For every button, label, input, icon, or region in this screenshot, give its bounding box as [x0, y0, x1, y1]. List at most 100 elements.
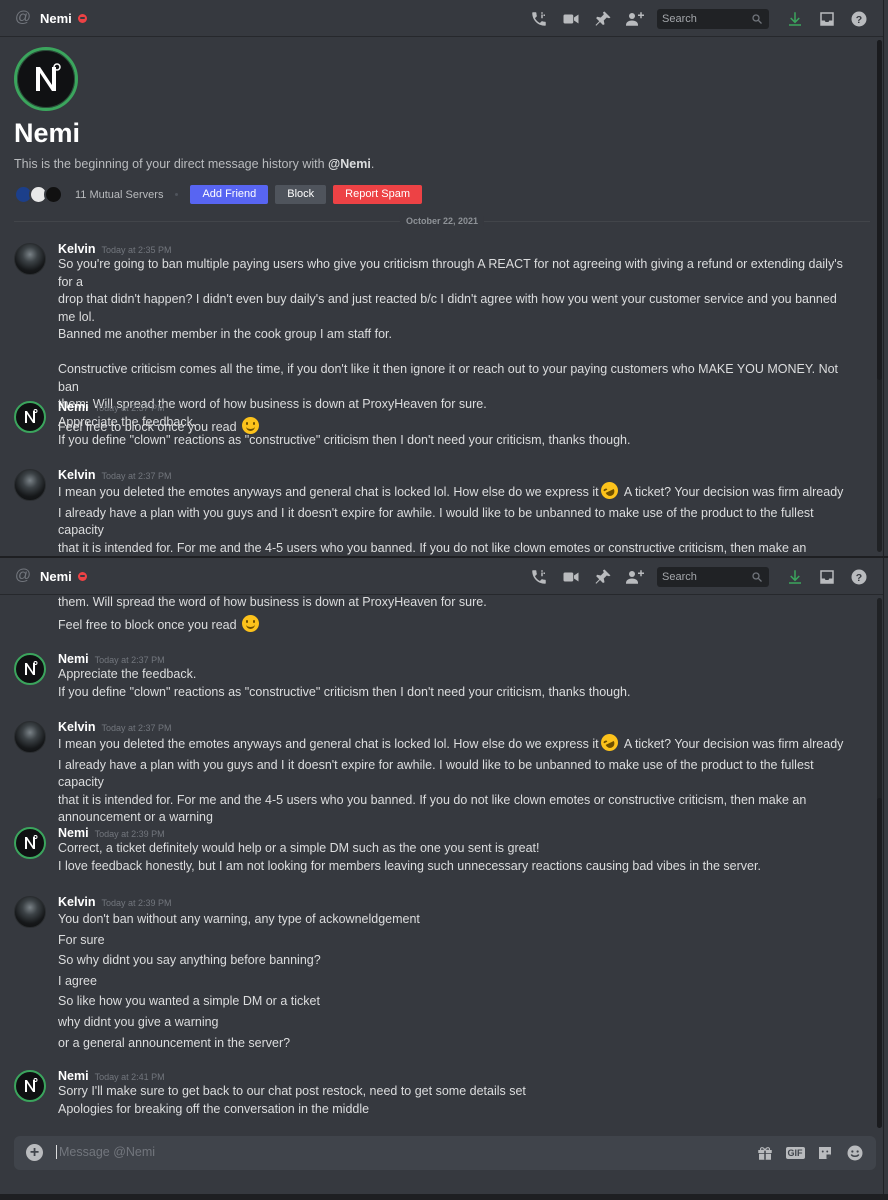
channel-name: Nemi [40, 568, 72, 584]
message-composer: + Message @Nemi GIF [14, 1136, 876, 1170]
message-content: Sorry I'll make sure to get back to our … [58, 1083, 848, 1118]
avatar[interactable] [14, 827, 46, 859]
message-line: Banned me another member in the cook gro… [58, 327, 392, 341]
message-line: If you define "clown" reactions as "cons… [58, 684, 631, 699]
message-author[interactable]: Kelvin [58, 468, 96, 482]
message-author[interactable]: Nemi [58, 1069, 89, 1083]
server-icon [44, 185, 63, 204]
message-author[interactable]: Kelvin [58, 895, 96, 909]
search-icon [752, 13, 762, 24]
message-line: Apologies for breaking off the conversat… [58, 1101, 370, 1116]
message-author[interactable]: Nemi [58, 826, 89, 840]
header-toolbar: Search ? [523, 0, 875, 37]
message-line: I already have a plan with you guys and … [58, 505, 814, 538]
message-line: Appreciate the feedback. [58, 415, 197, 429]
inbox-icon[interactable] [811, 558, 843, 595]
channel-header: @ Nemi Search ? [0, 558, 883, 595]
dm-intro-actions: 11 Mutual Servers Add Friend Block Repor… [14, 185, 429, 204]
upload-plus-icon[interactable]: + [26, 1144, 43, 1161]
avatar [14, 47, 78, 111]
message-timestamp: Today at 2:37 PM [101, 471, 172, 481]
add-friend-to-dm-icon[interactable] [619, 558, 651, 595]
message-line: that it is intended for. For me and the … [58, 792, 807, 807]
emoji-picker-icon[interactable] [840, 1136, 870, 1170]
message-input[interactable]: Message @Nemi [56, 1145, 155, 1159]
message-line-text: A ticket? Your decision was firm already [623, 485, 844, 499]
inbox-icon[interactable] [811, 0, 843, 37]
message-content: I mean you deleted the emotes anyways an… [58, 479, 848, 556]
pin-icon[interactable] [587, 558, 619, 595]
dot-separator [175, 193, 179, 196]
message-line: So why didnt you say anything before ban… [58, 953, 321, 968]
message-content: I mean you deleted the emotes anyways an… [58, 731, 848, 827]
message-line: Correct, a ticket definitely would help … [58, 841, 540, 855]
message-content: Appreciate the feedback. If you define "… [58, 666, 848, 701]
message-line-text: A ticket? Your decision was firm already [623, 737, 844, 751]
message-line-text: I mean you deleted the emotes anyways an… [58, 737, 599, 751]
scrollbar-thumb[interactable] [877, 40, 882, 380]
scrollbar-thumb[interactable] [877, 798, 882, 1128]
help-icon[interactable]: ? [843, 0, 875, 37]
mutual-servers-link[interactable]: 11 Mutual Servers [75, 189, 163, 201]
download-icon[interactable] [779, 0, 811, 37]
gift-icon[interactable] [750, 1136, 780, 1170]
nemi-logo-icon [25, 1078, 38, 1092]
add-friend-button[interactable]: Add Friend [190, 185, 269, 204]
message-timestamp: Today at 2:41 PM [94, 1072, 165, 1082]
avatar[interactable] [14, 896, 46, 928]
message-line: So like how you wanted a simple DM or a … [58, 994, 320, 1009]
avatar[interactable] [14, 721, 46, 753]
dm-intro-avatar [14, 47, 78, 111]
voice-call-icon[interactable] [523, 0, 555, 37]
avatar[interactable] [14, 243, 46, 275]
date-divider-label: October 22, 2021 [399, 216, 485, 226]
gif-icon[interactable]: GIF [780, 1136, 810, 1170]
message-line: If you define "clown" reactions as "cons… [58, 432, 631, 447]
pin-icon[interactable] [587, 0, 619, 37]
message-line-text: I mean you deleted the emotes anyways an… [58, 485, 599, 499]
message-line: I love feedback honestly, but I am not l… [58, 858, 761, 873]
message-line: Feel free to block once you read [58, 614, 848, 635]
message-line-text: Feel free to block once you read [58, 617, 237, 632]
message-line: I already have a plan with you guys and … [58, 757, 814, 790]
report-spam-button[interactable]: Report Spam [333, 185, 422, 204]
voice-call-icon[interactable] [523, 558, 555, 595]
message-line: Constructive criticism comes all the tim… [58, 362, 839, 394]
video-call-icon[interactable] [555, 558, 587, 595]
download-icon[interactable] [779, 558, 811, 595]
header-toolbar: Search ? [523, 558, 875, 595]
channel-header: @ Nemi Search ? [0, 0, 883, 37]
message-author[interactable]: Nemi [58, 652, 89, 666]
message-author[interactable]: Kelvin [58, 242, 96, 256]
search-input[interactable]: Search [657, 566, 769, 587]
search-placeholder: Search [662, 12, 697, 25]
dm-panel-top: @ Nemi Search ? Nemi This is the beginni… [0, 0, 884, 556]
message-line: why didnt you give a warning [58, 1014, 219, 1029]
sticker-icon[interactable] [810, 1136, 840, 1170]
message-author[interactable]: Kelvin [58, 720, 96, 734]
dm-intro-name: Nemi [14, 118, 81, 148]
message-line: that it is intended for. For me and the … [58, 540, 807, 555]
message-line: I mean you deleted the emotes anyways an… [58, 479, 848, 502]
add-friend-to-dm-icon[interactable] [619, 0, 651, 37]
message-timestamp: Today at 2:35 PM [101, 245, 172, 255]
message-author[interactable]: Nemi [58, 400, 89, 414]
message-content: them. Will spread the word of how busine… [58, 594, 848, 634]
gif-label: GIF [785, 1147, 805, 1159]
message-line: or a general announcement in the server? [58, 1035, 291, 1050]
composer-actions: GIF [750, 1136, 870, 1170]
avatar[interactable] [14, 1070, 46, 1102]
dnd-status-icon [77, 571, 87, 581]
message-content: Appreciate the feedback. If you define "… [58, 414, 848, 449]
nemi-logo-icon [25, 661, 38, 675]
help-icon[interactable]: ? [843, 558, 875, 595]
block-button[interactable]: Block [275, 185, 327, 204]
video-call-icon[interactable] [555, 0, 587, 37]
search-input[interactable]: Search [657, 8, 769, 29]
avatar[interactable] [14, 401, 46, 433]
avatar[interactable] [14, 469, 46, 501]
message-timestamp: Today at 2:37 PM [101, 723, 172, 733]
avatar[interactable] [14, 653, 46, 685]
search-icon [752, 571, 762, 582]
mutual-server-icons[interactable] [14, 185, 63, 204]
